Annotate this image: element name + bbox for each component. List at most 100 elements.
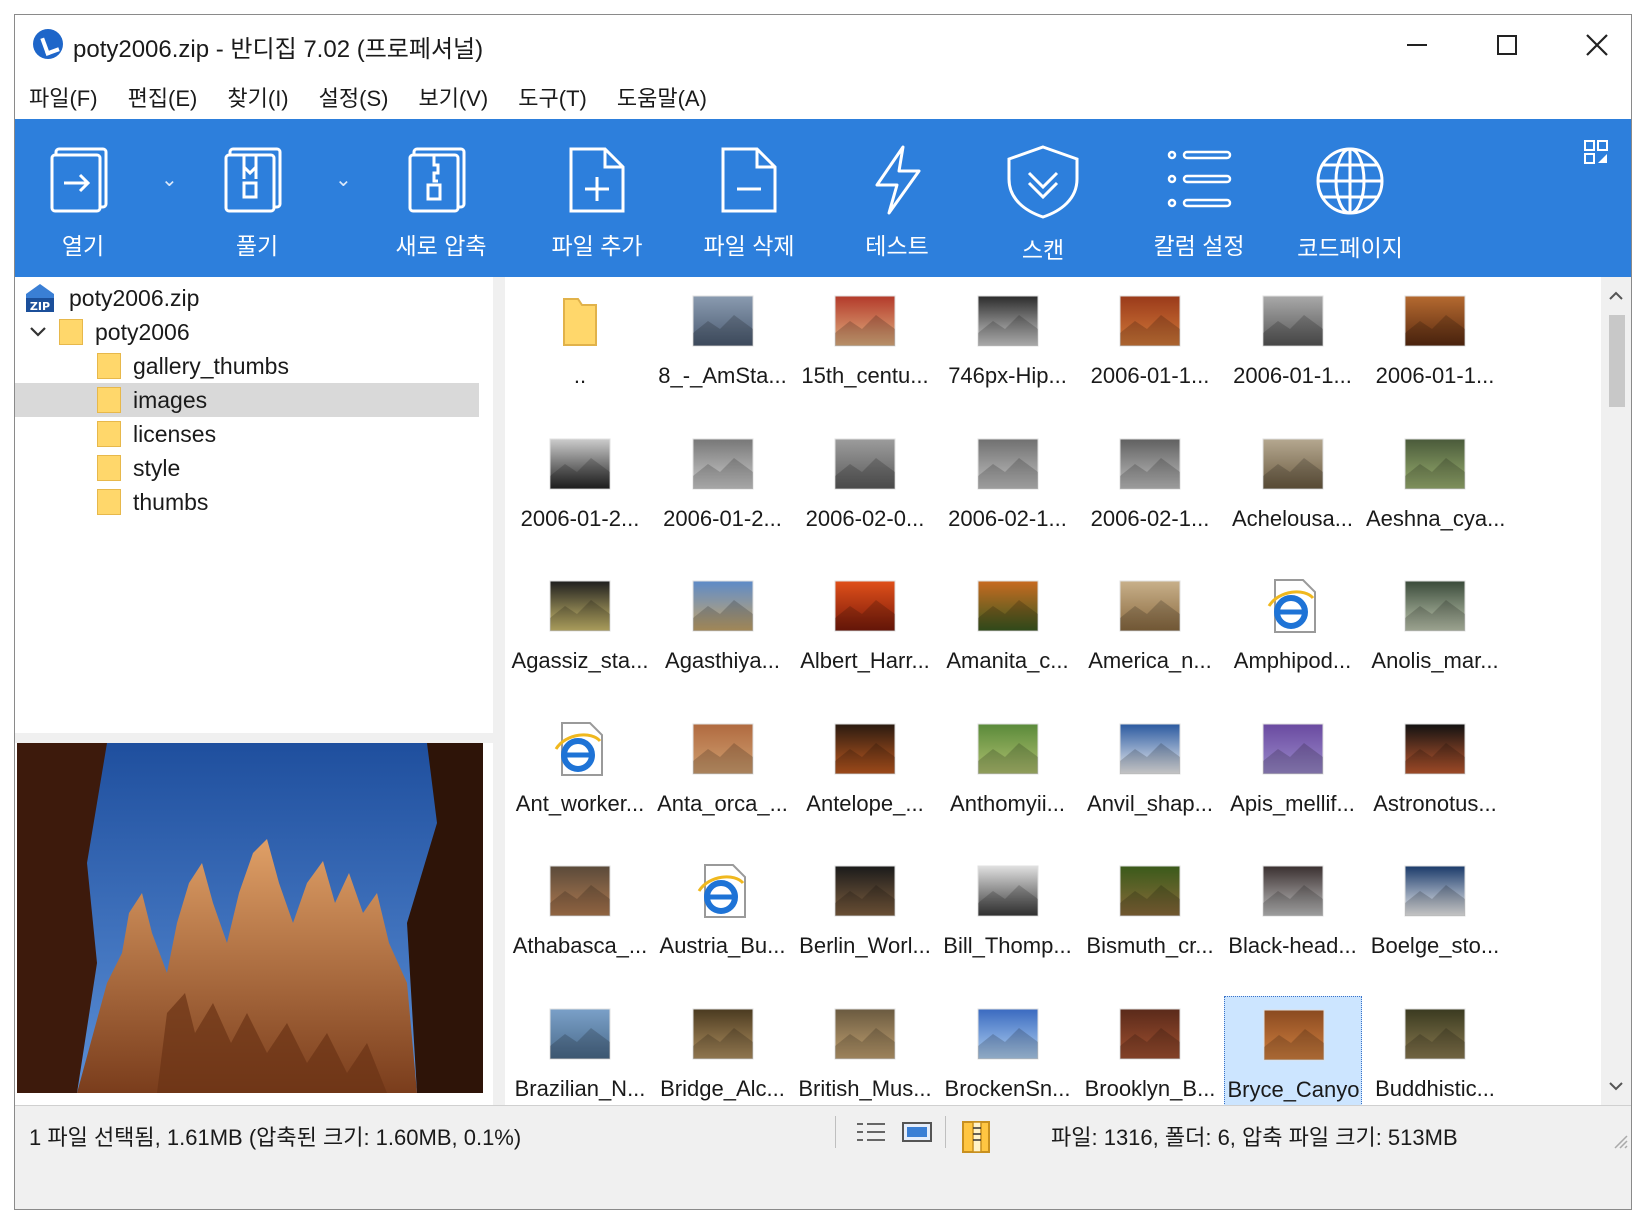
tree-item-thumbs[interactable]: thumbs (15, 485, 479, 519)
file-item[interactable]: Amanita_c... (939, 568, 1077, 702)
thumbnail-area (1224, 853, 1362, 929)
tree-item-gallery-thumbs[interactable]: gallery_thumbs (15, 349, 479, 383)
file-item[interactable]: Bryce_Canyo (1223, 995, 1362, 1105)
thumbnail-area (654, 283, 792, 359)
pane-splitter[interactable] (493, 277, 505, 1105)
file-item[interactable]: Athabasca_... (511, 853, 649, 987)
shield-icon (1007, 145, 1079, 219)
file-item[interactable]: Black-head... (1224, 853, 1362, 987)
file-item[interactable]: Buddhistic... (1366, 996, 1504, 1106)
file-item[interactable]: Achelousa... (1224, 426, 1362, 560)
menu-find[interactable]: 찾기(I) (227, 81, 288, 113)
tree-item-style[interactable]: style (15, 451, 479, 485)
preview-splitter[interactable] (15, 733, 493, 743)
file-item[interactable]: Astronotus... (1366, 711, 1504, 845)
file-item[interactable]: Anolis_mar... (1366, 568, 1504, 702)
menu-tools[interactable]: 도구(T) (518, 81, 587, 113)
file-item[interactable]: 2006-01-1... (1081, 283, 1219, 417)
file-name-label: Bridge_Alc... (660, 1075, 785, 1101)
thumbnail-view-icon[interactable] (901, 1120, 933, 1144)
image-thumbnail (1404, 580, 1466, 632)
tree-item-images[interactable]: images (15, 383, 479, 417)
resize-grip-icon[interactable] (1611, 1132, 1629, 1150)
file-item[interactable]: Ant_worker... (511, 711, 649, 845)
file-item[interactable]: 15th_centu... (796, 283, 934, 417)
thumbnail-area (654, 568, 792, 644)
scan-button[interactable]: 스캔 (993, 119, 1093, 277)
image-thumbnail (977, 1008, 1038, 1059)
file-item[interactable]: Austria_Bu... (654, 853, 792, 987)
tree-item-licenses[interactable]: licenses (15, 417, 479, 451)
extract-button[interactable]: 풀기 (211, 119, 303, 277)
tree-item-poty2006[interactable]: poty2006 (15, 315, 479, 349)
file-item[interactable]: 2006-01-2... (511, 426, 649, 560)
file-item[interactable]: British_Mus... (796, 996, 934, 1106)
file-name-label: 2006-02-1... (1090, 505, 1210, 531)
open-dropdown-chevron-icon[interactable]: ⌄ (161, 167, 178, 192)
tree-item-root-archive[interactable]: ZIP poty2006.zip (15, 281, 479, 315)
file-item[interactable]: 2006-01-1... (1224, 283, 1362, 417)
close-button[interactable] (1561, 23, 1633, 67)
file-item[interactable]: Agasthiya... (654, 568, 792, 702)
file-item[interactable]: Berlin_Worl... (796, 853, 934, 987)
file-item[interactable]: BrockenSn... (939, 996, 1077, 1106)
open-button[interactable]: 열기 (37, 119, 129, 277)
file-item[interactable]: 746px-Hip... (939, 283, 1077, 417)
file-item[interactable]: Agassiz_sta... (511, 568, 649, 702)
file-item[interactable]: Anthomyii... (939, 711, 1077, 845)
menu-edit[interactable]: 편집(E) (128, 81, 198, 113)
menu-help[interactable]: 도움말(A) (617, 81, 707, 113)
file-item[interactable]: Bismuth_cr... (1081, 853, 1219, 987)
new-archive-button[interactable]: 새로 압축 (383, 119, 499, 277)
file-item[interactable]: Brooklyn_B... (1081, 996, 1219, 1106)
file-item[interactable]: Aeshna_cya... (1366, 426, 1504, 560)
file-item[interactable]: 8_-_AmSta... (654, 283, 792, 417)
delete-files-button[interactable]: 파일 삭제 (691, 119, 807, 277)
add-files-button[interactable]: 파일 추가 (539, 119, 655, 277)
file-item[interactable]: Apis_mellif... (1224, 711, 1362, 845)
file-item[interactable]: 2006-02-1... (939, 426, 1077, 560)
file-item[interactable]: 2006-01-1... (1366, 283, 1504, 417)
thumbnail-area (511, 853, 649, 929)
file-name-label: 15th_centu... (801, 363, 929, 388)
menu-view[interactable]: 보기(V) (418, 81, 488, 113)
file-item[interactable]: 2006-01-2... (654, 426, 792, 560)
scroll-down-arrow-icon[interactable] (1601, 1071, 1631, 1101)
file-item[interactable]: Albert_Harr... (796, 568, 934, 702)
file-item[interactable]: Boelge_sto... (1366, 853, 1504, 987)
parent-folder-item[interactable]: .. (511, 283, 649, 417)
extract-dropdown-chevron-icon[interactable]: ⌄ (335, 167, 352, 192)
image-thumbnail (834, 295, 896, 347)
menu-settings[interactable]: 설정(S) (319, 81, 389, 113)
file-name-label: Anvil_shap... (1087, 790, 1213, 816)
scrollbar-thumb[interactable] (1609, 315, 1625, 407)
test-button[interactable]: 테스트 (847, 119, 947, 277)
file-item[interactable]: Amphipod... (1224, 568, 1362, 702)
scroll-up-arrow-icon[interactable] (1601, 281, 1631, 311)
maximize-button[interactable] (1471, 23, 1543, 67)
file-item[interactable]: Anta_orca_... (654, 711, 792, 845)
file-item[interactable]: Bill_Thomp... (939, 853, 1077, 987)
minimize-button[interactable] (1381, 23, 1453, 67)
file-item[interactable]: 2006-02-0... (796, 426, 934, 560)
file-item[interactable]: 2006-02-1... (1081, 426, 1219, 560)
file-item[interactable]: Antelope_... (796, 711, 934, 845)
file-item[interactable]: Brazilian_N... (511, 996, 649, 1106)
image-thumbnail (1404, 865, 1466, 917)
file-item[interactable]: Bridge_Alc... (654, 996, 792, 1106)
vertical-scrollbar[interactable] (1601, 277, 1631, 1105)
thumbnail-area (1366, 711, 1504, 787)
file-item[interactable]: Anvil_shap... (1081, 711, 1219, 845)
menu-file[interactable]: 파일(F) (29, 81, 98, 113)
file-name-label: 8_-_AmSta... (658, 363, 787, 388)
file-item[interactable]: America_n... (1081, 568, 1219, 702)
expand-chevron-down-icon[interactable] (23, 326, 53, 338)
column-settings-button[interactable]: 칼럼 설정 (1141, 119, 1257, 277)
details-view-icon[interactable] (855, 1120, 887, 1144)
image-thumbnail (1404, 438, 1466, 489)
layout-toggle-icon[interactable] (1583, 139, 1609, 165)
file-name-label: Antelope_... (806, 790, 924, 816)
codepage-button[interactable]: 코드페이지 (1285, 119, 1415, 277)
add-file-icon (569, 147, 625, 213)
archive-info-icon[interactable] (959, 1120, 993, 1154)
